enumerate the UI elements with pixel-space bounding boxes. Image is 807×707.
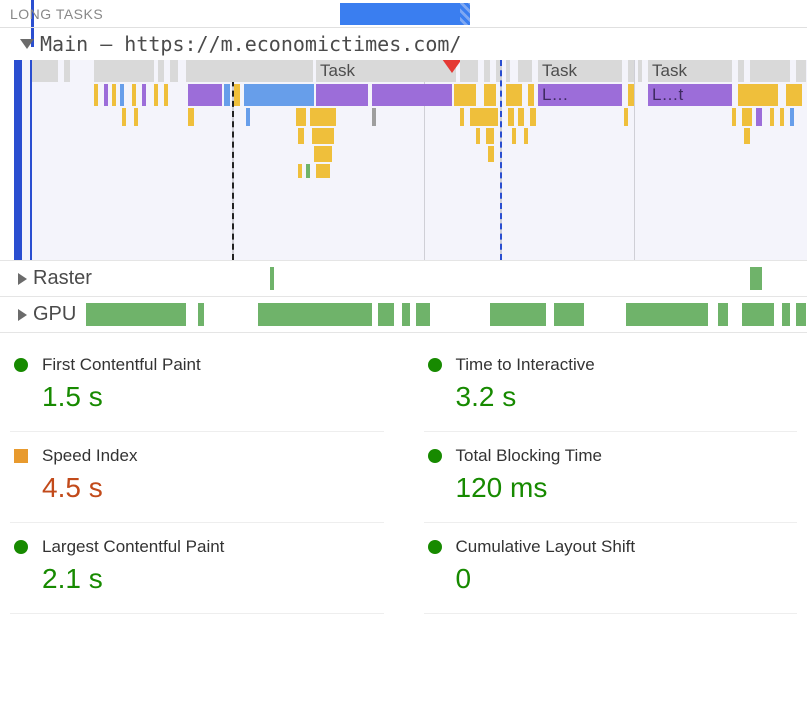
metric-label: First Contentful Paint [42,355,380,375]
metric-label: Total Blocking Time [456,446,794,466]
warning-icon [442,60,462,73]
main-thread-title: Main — https://m.economictimes.com/ [40,32,461,56]
chevron-down-icon [20,39,34,49]
status-square [14,449,28,463]
metric-value: 1.5 s [42,381,380,413]
long-tasks-label: LONG TASKS [10,6,103,22]
metric-speed-index: Speed Index 4.5 s [10,432,384,523]
metric-label: Cumulative Layout Shift [456,537,794,557]
status-dot [14,358,28,372]
metric-value: 4.5 s [42,472,380,504]
task-block[interactable]: Task [538,60,622,82]
layout-block[interactable]: L…t [648,84,732,106]
raster-label: Raster [33,267,92,290]
layout-block[interactable]: L… [538,84,622,106]
metric-cls: Cumulative Layout Shift 0 [424,523,798,614]
metric-tti: Time to Interactive 3.2 s [424,351,798,432]
main-thread-section: Main — https://m.economictimes.com/ Task… [0,28,807,261]
main-thread-header[interactable]: Main — https://m.economictimes.com/ [0,28,807,60]
task-block[interactable]: Task [316,60,456,82]
status-dot [14,540,28,554]
chevron-right-icon [18,273,27,285]
gpu-row[interactable]: GPU [0,297,807,333]
status-dot [428,540,442,554]
status-dot [428,358,442,372]
metric-value: 0 [456,563,794,595]
metric-label: Time to Interactive [456,355,794,375]
metrics-grid: First Contentful Paint 1.5 s Time to Int… [0,333,807,624]
metric-value: 120 ms [456,472,794,504]
flame-chart[interactable]: Task Task Task [14,60,807,260]
metric-tbt: Total Blocking Time 120 ms [424,432,798,523]
metric-lcp: Largest Contentful Paint 2.1 s [10,523,384,614]
metric-fcp: First Contentful Paint 1.5 s [10,351,384,432]
long-tasks-row: LONG TASKS [0,0,807,28]
long-task-bar[interactable] [340,3,470,25]
metric-label: Speed Index [42,446,380,466]
metric-value: 2.1 s [42,563,380,595]
metric-label: Largest Contentful Paint [42,537,380,557]
raster-row[interactable]: Raster [0,261,807,297]
task-block[interactable]: Task [648,60,732,82]
status-dot [428,449,442,463]
metric-value: 3.2 s [456,381,794,413]
